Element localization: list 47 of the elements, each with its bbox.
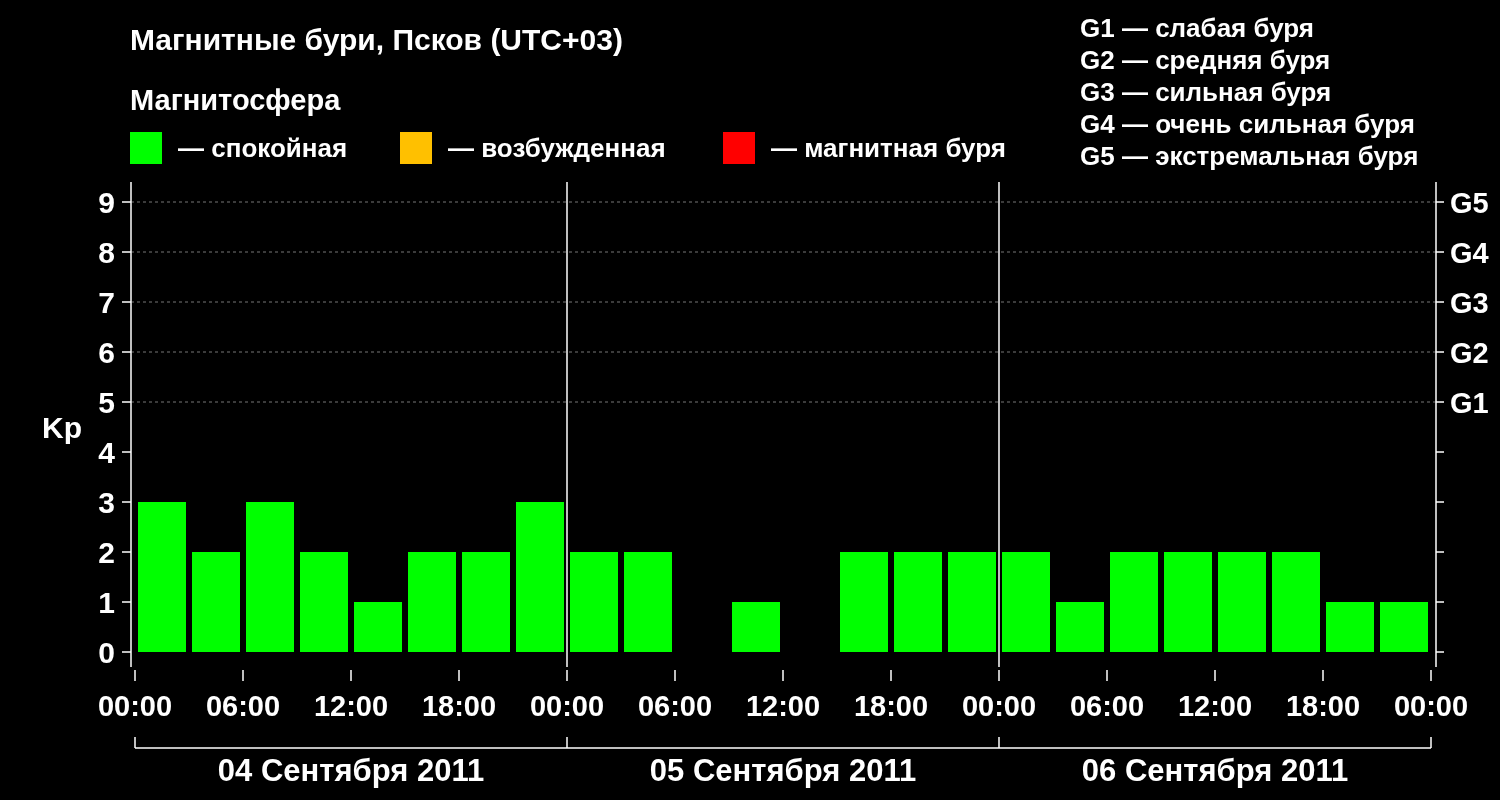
x-tick-label: 06:00 (1069, 690, 1145, 722)
x-tick-label: 18:00 (853, 690, 929, 722)
legend-label: — возбужденная (448, 132, 666, 164)
x-tick-label: 06:00 (637, 690, 713, 722)
y-tick-label: 4 (98, 436, 115, 469)
bar (354, 602, 402, 652)
x-tick-label: 12:00 (1177, 690, 1253, 722)
y-tick-label: 2 (98, 536, 115, 569)
legend-label: — спокойная (178, 132, 348, 164)
bar (1056, 602, 1104, 652)
y-tick-label: 0 (98, 636, 115, 669)
x-tick-label: 18:00 (421, 690, 497, 722)
y-tick-label: 3 (98, 486, 115, 519)
y-tick-label: 6 (98, 336, 115, 369)
x-tick-label: 00:00 (1393, 690, 1469, 722)
x-tick-label: 18:00 (1285, 690, 1361, 722)
storm-level-label: G4 — очень сильная буря (1080, 108, 1415, 140)
storm-level-label: G5 — экстремальная буря (1080, 140, 1419, 172)
storm-scale-label: G4 (1450, 237, 1489, 269)
x-tick-label: 00:00 (529, 690, 605, 722)
bar (1326, 602, 1374, 652)
storm-scale-label: G5 (1450, 187, 1489, 219)
date-label: 05 Сентября 2011 (649, 753, 917, 788)
y-tick-label: 9 (98, 186, 115, 219)
date-label: 04 Сентября 2011 (217, 753, 485, 788)
storm-level-label: G3 — сильная буря (1080, 76, 1332, 108)
x-tick-label: 06:00 (205, 690, 281, 722)
y-axis-label: Kp (42, 411, 82, 444)
date-label: 06 Сентября 2011 (1081, 753, 1349, 788)
x-tick-label: 12:00 (313, 690, 389, 722)
bar (1380, 602, 1428, 652)
chart-title: Магнитные бури, Псков (UTC+03) (130, 22, 623, 58)
x-tick-label: 00:00 (961, 690, 1037, 722)
storm-scale-label: G2 (1450, 337, 1489, 369)
storm-level-label: G2 — средняя буря (1080, 44, 1331, 76)
storm-level-label: G1 — слабая буря (1080, 12, 1315, 44)
legend-label: — магнитная буря (771, 132, 1006, 164)
x-tick-label: 00:00 (97, 690, 173, 722)
x-tick-label: 12:00 (745, 690, 821, 722)
y-tick-label: 7 (98, 286, 115, 319)
y-tick-label: 8 (98, 236, 115, 269)
y-tick-label: 1 (98, 586, 115, 619)
y-tick-label: 5 (98, 386, 115, 419)
legend-heading: Магнитосфера (130, 83, 341, 118)
bar (732, 602, 780, 652)
storm-scale-label: G1 (1450, 387, 1489, 419)
storm-scale-label: G3 (1450, 287, 1489, 319)
